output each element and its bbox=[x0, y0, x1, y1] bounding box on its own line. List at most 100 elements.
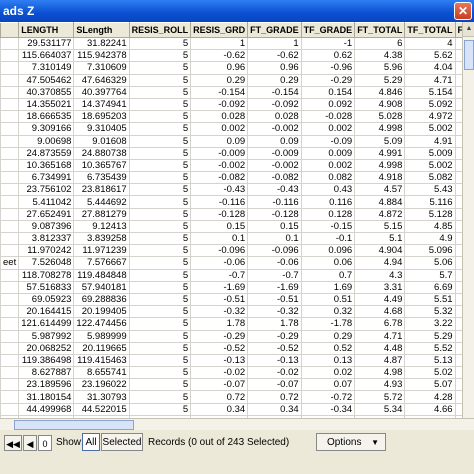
table-cell[interactable]: 5.987992 bbox=[18, 329, 75, 343]
table-cell[interactable]: 7.310609 bbox=[73, 61, 130, 75]
table-cell[interactable]: 5.07 bbox=[404, 378, 456, 392]
table-cell[interactable]: -0.116 bbox=[190, 195, 249, 209]
table-cell[interactable]: 4.04 bbox=[404, 61, 456, 75]
table-cell[interactable]: 5 bbox=[128, 146, 192, 160]
table-cell[interactable]: 4.66 bbox=[404, 402, 456, 416]
table-row[interactable]: 7.310149 7.310609 5 0.96 0.96 -0.96 5.96 4.04 bbox=[0, 61, 462, 75]
table-cell[interactable]: 23.756102 bbox=[18, 183, 75, 197]
table-cell[interactable]: 4.872 bbox=[354, 207, 406, 221]
table-cell[interactable]: -0.128 bbox=[247, 207, 302, 221]
table-cell[interactable]: 69.288836 bbox=[73, 292, 130, 307]
table-cell[interactable] bbox=[454, 134, 462, 148]
table-cell[interactable]: 1 bbox=[247, 36, 302, 51]
table-cell[interactable]: 5.7 bbox=[404, 268, 456, 282]
previous-record-button[interactable]: ◀ bbox=[23, 435, 37, 451]
table-row[interactable]: 20.164415 20.199405 5 -0.32 -0.32 0.32 4.68 5.3… bbox=[0, 305, 462, 319]
table-cell[interactable]: -0.002 bbox=[190, 158, 249, 173]
table-cell[interactable] bbox=[454, 219, 462, 234]
table-cell[interactable]: 5.028 bbox=[354, 110, 406, 124]
table-row[interactable]: 118.708278 119.484848 5 -0.7 -0.7 0.7 4.3 5.7 bbox=[0, 268, 462, 282]
column-header[interactable]: TF_GRADE bbox=[300, 22, 356, 38]
table-cell[interactable]: 5 bbox=[128, 390, 192, 404]
table-cell[interactable]: 5 bbox=[128, 280, 192, 294]
table-cell[interactable] bbox=[0, 97, 20, 112]
table-cell[interactable]: -0.13 bbox=[247, 353, 302, 368]
table-cell[interactable]: 122.474456 bbox=[73, 317, 130, 331]
table-cell[interactable]: 5 bbox=[128, 85, 192, 99]
table-row[interactable]: 14.355021 14.374941 5 -0.092 -0.092 0.092 4.90… bbox=[0, 97, 462, 112]
table-cell[interactable]: -0.72 bbox=[300, 390, 356, 404]
table-cell[interactable]: 5 bbox=[128, 292, 192, 307]
table-cell[interactable]: 6 bbox=[354, 36, 406, 51]
table-cell[interactable]: 0.96 bbox=[190, 61, 249, 75]
table-cell[interactable]: 4.846 bbox=[354, 85, 406, 99]
table-cell[interactable] bbox=[454, 244, 462, 258]
table-cell[interactable]: 0.43 bbox=[300, 183, 356, 197]
table-cell[interactable]: 24.880738 bbox=[73, 146, 130, 160]
table-cell[interactable] bbox=[454, 146, 462, 160]
table-cell[interactable]: 5 bbox=[128, 134, 192, 148]
table-cell[interactable]: 4.28 bbox=[404, 390, 456, 404]
table-cell[interactable] bbox=[454, 256, 462, 270]
table-cell[interactable]: 5.154 bbox=[404, 85, 456, 99]
table-cell[interactable] bbox=[0, 329, 20, 343]
table-cell[interactable]: 20.068252 bbox=[18, 341, 75, 355]
table-cell[interactable] bbox=[0, 122, 20, 136]
table-cell[interactable]: 5.52 bbox=[404, 341, 456, 355]
table-cell[interactable]: 44.522015 bbox=[73, 402, 130, 416]
table-cell[interactable]: 0.128 bbox=[300, 207, 356, 221]
horizontal-scroll-thumb[interactable] bbox=[14, 420, 134, 430]
table-cell[interactable]: -0.02 bbox=[190, 366, 249, 380]
table-row[interactable]: 27.652491 27.881279 5 -0.128 -0.128 0.128 4.87… bbox=[0, 207, 462, 221]
table-row[interactable]: 29.531177 31.82241 5 1 1 -1 6 4 bbox=[0, 36, 462, 51]
table-cell[interactable]: 4.91 bbox=[404, 134, 456, 148]
table-cell[interactable]: 18.666535 bbox=[18, 110, 75, 124]
table-cell[interactable]: -0.13 bbox=[190, 353, 249, 368]
table-cell[interactable]: 0.028 bbox=[247, 110, 302, 124]
table-cell[interactable]: 5 bbox=[128, 73, 192, 87]
table-cell[interactable] bbox=[454, 378, 462, 392]
table-cell[interactable]: 5 bbox=[128, 158, 192, 173]
table-cell[interactable]: 7.310149 bbox=[18, 61, 75, 75]
record-number-field[interactable]: 0 bbox=[38, 435, 52, 451]
table-row[interactable]: 5.987992 5.989999 5 -0.29 -0.29 0.29 4.71 5.29 bbox=[0, 329, 462, 343]
table-cell[interactable]: 5.62 bbox=[404, 49, 456, 63]
table-row[interactable]: 47.505462 47.646329 5 0.29 0.29 -0.29 5.29 4.71 bbox=[0, 73, 462, 87]
column-header[interactable] bbox=[0, 22, 20, 38]
table-cell[interactable]: 0.082 bbox=[300, 171, 356, 185]
table-cell[interactable] bbox=[454, 292, 462, 307]
table-cell[interactable]: 3.22 bbox=[404, 317, 456, 331]
table-cell[interactable]: 10.365168 bbox=[18, 158, 75, 173]
table-cell[interactable] bbox=[454, 353, 462, 368]
table-cell[interactable]: 4 bbox=[404, 36, 456, 51]
table-cell[interactable]: 0.028 bbox=[190, 110, 249, 124]
table-cell[interactable]: 4.9 bbox=[404, 231, 456, 246]
table-cell[interactable]: 5 bbox=[128, 219, 192, 234]
table-cell[interactable] bbox=[454, 195, 462, 209]
table-cell[interactable]: 0.51 bbox=[300, 292, 356, 307]
table-cell[interactable]: 4.904 bbox=[354, 244, 406, 258]
table-cell[interactable]: 0.13 bbox=[300, 353, 356, 368]
table-cell[interactable]: 4.93 bbox=[354, 378, 406, 392]
table-cell[interactable]: 5 bbox=[128, 49, 192, 63]
table-cell[interactable]: -0.028 bbox=[300, 110, 356, 124]
table-cell[interactable]: 5 bbox=[128, 317, 192, 331]
table-cell[interactable] bbox=[0, 268, 20, 282]
table-cell[interactable]: 5 bbox=[128, 61, 192, 75]
table-cell[interactable]: 4.991 bbox=[354, 146, 406, 160]
table-cell[interactable]: 9.00698 bbox=[18, 134, 75, 148]
table-row[interactable]: 69.05923 69.288836 5 -0.51 -0.51 0.51 4.49 5.51 bbox=[0, 292, 462, 307]
table-row[interactable]: 3.812337 3.839258 5 0.1 0.1 -0.1 5.1 4.9 bbox=[0, 231, 462, 246]
table-cell[interactable]: 0.009 bbox=[300, 146, 356, 160]
table-cell[interactable]: -0.32 bbox=[247, 305, 302, 319]
table-cell[interactable] bbox=[454, 305, 462, 319]
table-cell[interactable]: 4.71 bbox=[354, 329, 406, 343]
table-cell[interactable]: 20.199405 bbox=[73, 305, 130, 319]
table-cell[interactable] bbox=[454, 268, 462, 282]
table-row[interactable]: 11.970242 11.971239 5 -0.096 -0.096 0.096 4.90… bbox=[0, 244, 462, 258]
table-cell[interactable]: 5.96 bbox=[354, 61, 406, 75]
table-cell[interactable]: 5.29 bbox=[354, 73, 406, 87]
table-cell[interactable]: -1.69 bbox=[247, 280, 302, 294]
table-cell[interactable]: -0.002 bbox=[247, 158, 302, 173]
table-cell[interactable]: 4.94 bbox=[354, 256, 406, 270]
